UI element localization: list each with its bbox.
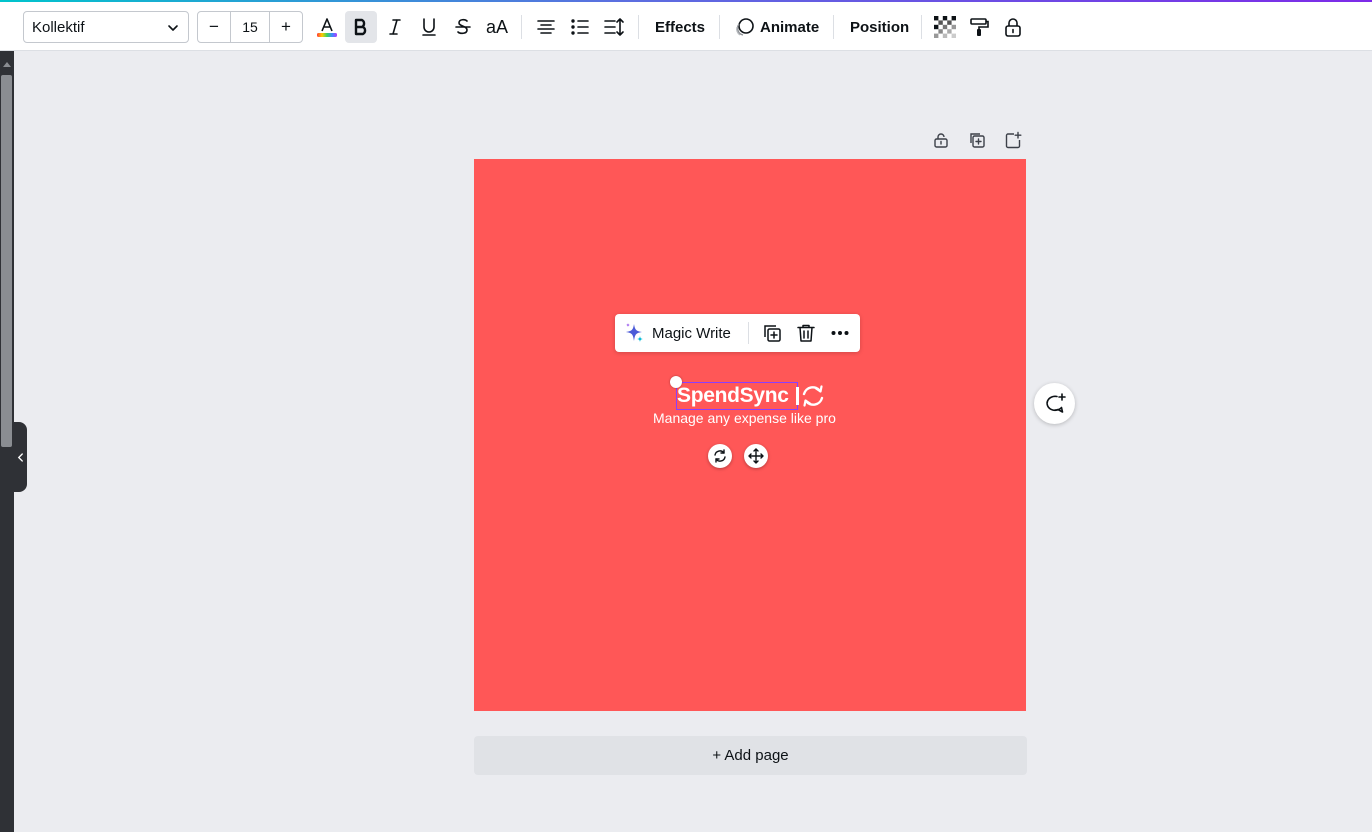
transparency-button[interactable] — [929, 11, 961, 43]
font-family-dropdown[interactable]: Kollektif — [23, 11, 189, 43]
duplicate-element-button[interactable] — [761, 322, 783, 344]
spacing-button[interactable] — [598, 11, 630, 43]
toolbar-divider — [833, 15, 834, 39]
strikethrough-button[interactable] — [447, 11, 479, 43]
animate-button[interactable]: Animate — [734, 11, 819, 43]
letter-case-button[interactable]: aA — [481, 11, 513, 43]
duplicate-icon — [764, 325, 781, 342]
lock-icon — [1005, 18, 1021, 37]
add-page-icon-button[interactable] — [1002, 129, 1024, 151]
bold-icon — [354, 18, 367, 36]
bold-button[interactable] — [345, 11, 377, 43]
paint-roller-icon — [970, 18, 989, 36]
context-menu-divider — [748, 322, 749, 344]
selection-handle[interactable] — [670, 376, 682, 388]
rotate-button[interactable] — [708, 444, 732, 468]
element-context-menu: Magic Write — [615, 314, 860, 352]
animate-icon — [736, 18, 754, 36]
duplicate-icon — [970, 133, 985, 148]
line-spacing-icon — [604, 18, 624, 36]
add-comment-button[interactable] — [1034, 383, 1075, 424]
font-size-stepper: − 15 + — [197, 11, 303, 43]
editor-toolbar: Kollektif − 15 + aA Effects Animate Posi… — [0, 2, 1372, 51]
scroll-up-arrow-icon[interactable] — [3, 62, 11, 67]
font-size-input[interactable]: 15 — [230, 12, 270, 42]
position-button[interactable]: Position — [850, 11, 909, 43]
underline-button[interactable] — [413, 11, 445, 43]
font-family-value: Kollektif — [32, 18, 85, 36]
align-center-icon — [537, 20, 555, 34]
decrease-font-size-button[interactable]: − — [198, 12, 230, 42]
lock-button[interactable] — [997, 11, 1029, 43]
rotate-icon — [714, 449, 726, 463]
lock-icon — [934, 133, 948, 148]
sparkle-icon — [626, 323, 643, 342]
chevron-left-icon — [17, 452, 23, 462]
magic-write-label: Magic Write — [652, 324, 731, 342]
text-color-button[interactable] — [311, 11, 343, 43]
move-button[interactable] — [744, 444, 768, 468]
italic-button[interactable] — [379, 11, 411, 43]
more-options-button[interactable] — [829, 322, 851, 344]
comment-add-icon — [1045, 392, 1066, 413]
toolbar-divider — [521, 15, 522, 39]
strikethrough-icon — [455, 18, 471, 35]
trash-icon — [797, 324, 815, 342]
animate-label: Animate — [760, 18, 820, 36]
delete-element-button[interactable] — [795, 322, 817, 344]
toolbar-divider — [719, 15, 720, 39]
transparency-icon — [934, 16, 956, 38]
magic-write-button[interactable]: Magic Write — [623, 314, 731, 352]
effects-button[interactable]: Effects — [655, 11, 705, 43]
increase-font-size-button[interactable]: + — [270, 12, 302, 42]
underline-icon — [422, 18, 436, 36]
italic-icon — [389, 19, 401, 35]
text-selection-box — [676, 382, 798, 410]
design-page[interactable] — [474, 159, 1026, 711]
sync-logo-icon — [802, 385, 824, 407]
scrollbar-thumb[interactable] — [1, 75, 12, 447]
toolbar-divider — [638, 15, 639, 39]
chevron-down-icon — [168, 25, 178, 31]
add-page-icon — [1005, 131, 1022, 149]
tagline-text[interactable]: Manage any expense like pro — [653, 409, 853, 427]
copy-style-button[interactable] — [963, 11, 995, 43]
duplicate-page-button[interactable] — [966, 129, 988, 151]
text-color-icon — [317, 18, 337, 37]
lock-page-button[interactable] — [930, 129, 952, 151]
bullet-list-icon — [571, 19, 589, 35]
align-button[interactable] — [530, 11, 562, 43]
left-panel-rail — [0, 51, 14, 832]
more-icon — [831, 331, 849, 335]
collapse-panel-button[interactable] — [14, 422, 27, 492]
list-button[interactable] — [564, 11, 596, 43]
toolbar-divider — [921, 15, 922, 39]
add-page-button[interactable]: + Add page — [474, 736, 1027, 775]
move-icon — [748, 448, 764, 464]
